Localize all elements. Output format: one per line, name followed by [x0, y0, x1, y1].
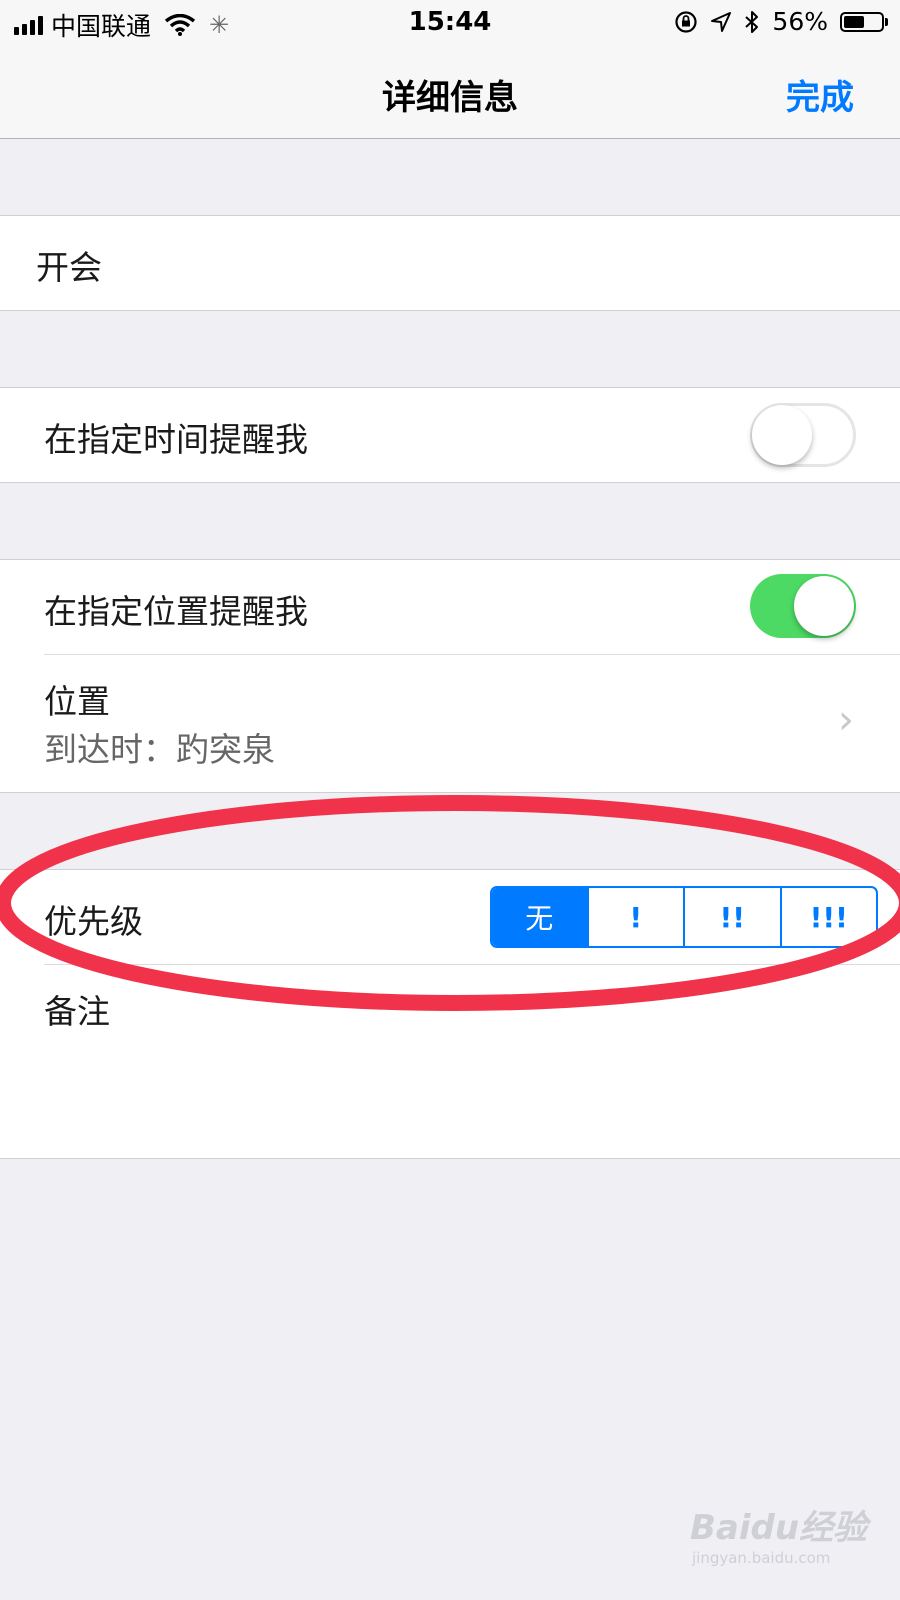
priority-option-none[interactable]: 无	[492, 888, 587, 946]
priority-option-low[interactable]: !	[586, 888, 684, 946]
priority-row: 优先级 无 ! !! !!!	[0, 870, 900, 964]
time-reminder-toggle[interactable]	[750, 403, 856, 467]
baidu-watermark: Baidu经验 jingyan.baidu.com	[690, 1500, 890, 1567]
done-button[interactable]: 完成	[786, 70, 854, 119]
priority-label: 优先级	[44, 902, 143, 941]
title-section: 开会	[0, 215, 900, 311]
location-reminder-section: 在指定位置提醒我 位置 到达时：趵突泉 ›	[0, 559, 900, 793]
location-label: 位置	[44, 682, 110, 721]
watermark-url: jingyan.baidu.com	[692, 1549, 831, 1567]
orientation-lock-icon	[675, 10, 698, 33]
toggle-knob	[794, 576, 854, 636]
watermark-logo: Baidu经验	[690, 1508, 868, 1548]
battery-percent: 56%	[772, 7, 828, 36]
location-reminder-toggle[interactable]	[750, 574, 856, 638]
location-arrow-icon	[711, 11, 732, 32]
time-reminder-section: 在指定时间提醒我	[0, 387, 900, 483]
battery-icon	[840, 11, 888, 32]
time-reminder-label: 在指定时间提醒我	[44, 420, 308, 459]
notes-row[interactable]: 备注	[0, 965, 900, 1160]
status-bar: 中国联通 ✳ 15:44 56%	[0, 0, 900, 46]
reminder-title-field[interactable]: 开会	[36, 241, 102, 289]
toggle-knob	[752, 405, 812, 465]
location-value: 到达时：趵突泉	[44, 730, 275, 769]
bluetooth-icon	[745, 10, 759, 33]
priority-segmented-control: 无 ! !! !!!	[490, 886, 878, 948]
priority-option-high[interactable]: !!!	[779, 888, 877, 946]
chevron-right-icon: ›	[838, 697, 854, 743]
priority-notes-section: 优先级 无 ! !! !!! 备注	[0, 869, 900, 1159]
status-right: 56%	[674, 7, 888, 36]
notes-label: 备注	[44, 992, 110, 1031]
location-reminder-label: 在指定位置提醒我	[44, 592, 308, 631]
navigation-bar: 详细信息 完成	[0, 46, 900, 139]
location-reminder-row: 在指定位置提醒我	[0, 560, 900, 654]
page-title: 详细信息	[382, 78, 518, 118]
location-row[interactable]: 位置 到达时：趵突泉 ›	[0, 655, 900, 793]
priority-option-medium[interactable]: !!	[683, 888, 780, 946]
